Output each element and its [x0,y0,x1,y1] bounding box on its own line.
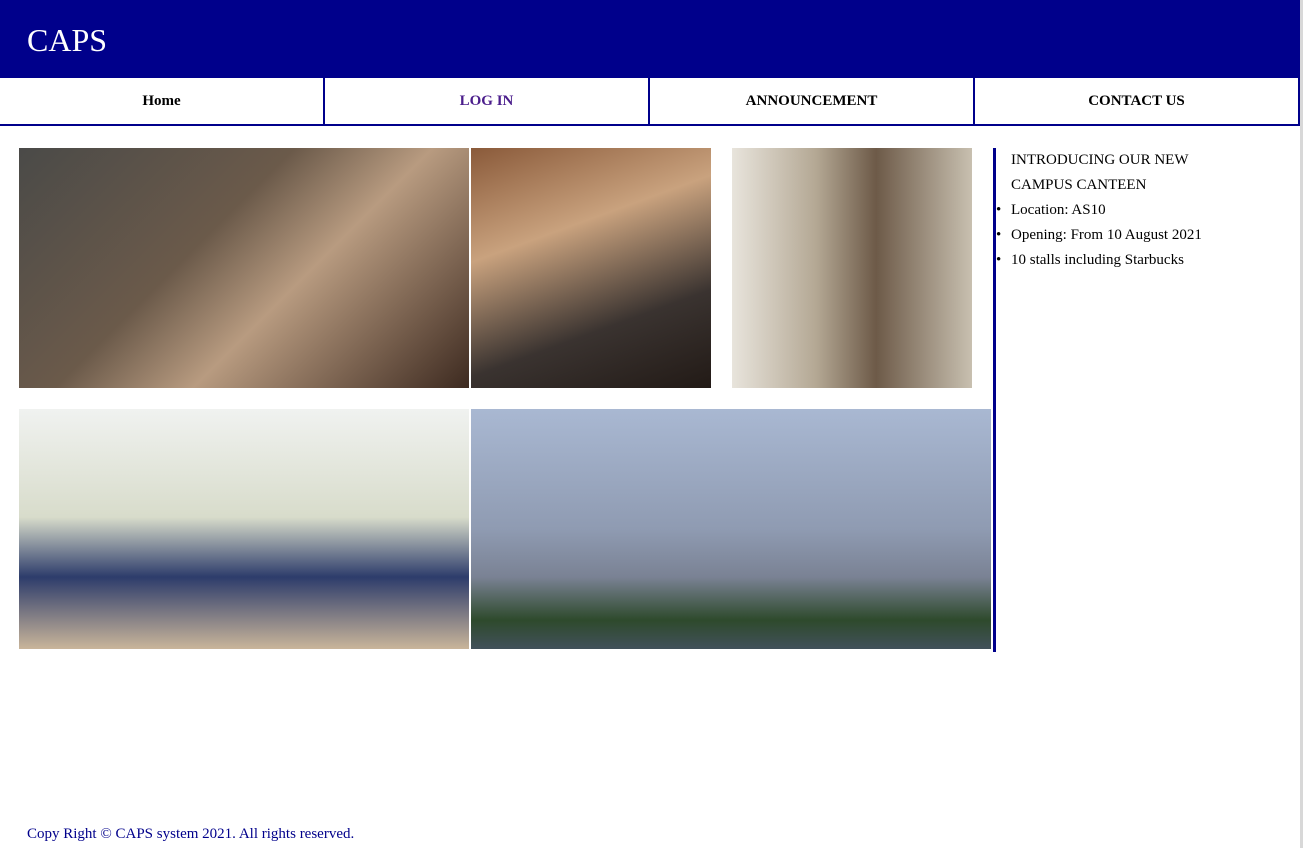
list-item: Opening: From 10 August 2021 [996,223,1293,248]
photo-friends-sitting [19,409,469,649]
list-item: Location: AS10 [996,198,1293,223]
photo-library-group [732,148,972,388]
nav-announcement[interactable]: ANNOUNCEMENT [650,78,975,124]
site-header: CAPS [0,0,1300,78]
announcement-title: INTRODUCING OUR NEW CAMPUS CANTEEN [1011,152,1189,193]
announcement-list: Location: AS10 Opening: From 10 August 2… [996,198,1293,273]
nav-login[interactable]: LOG IN [325,78,650,124]
photo-students-laptops [19,148,469,388]
site-logo: CAPS [27,22,108,58]
nav-home[interactable]: Home [0,78,325,124]
nav-contact-us[interactable]: CONTACT US [975,78,1300,124]
footer-copyright: Copy Right © CAPS system 2021. All right… [27,826,355,842]
list-item: 10 stalls including Starbucks [996,248,1293,273]
main-nav: Home LOG IN ANNOUNCEMENT CONTACT US [0,77,1300,126]
photo-city-buildings [471,409,991,649]
photo-coworking-space [471,148,711,388]
announcement-panel: INTRODUCING OUR NEW CAMPUS CANTEEN Locat… [993,148,1293,652]
